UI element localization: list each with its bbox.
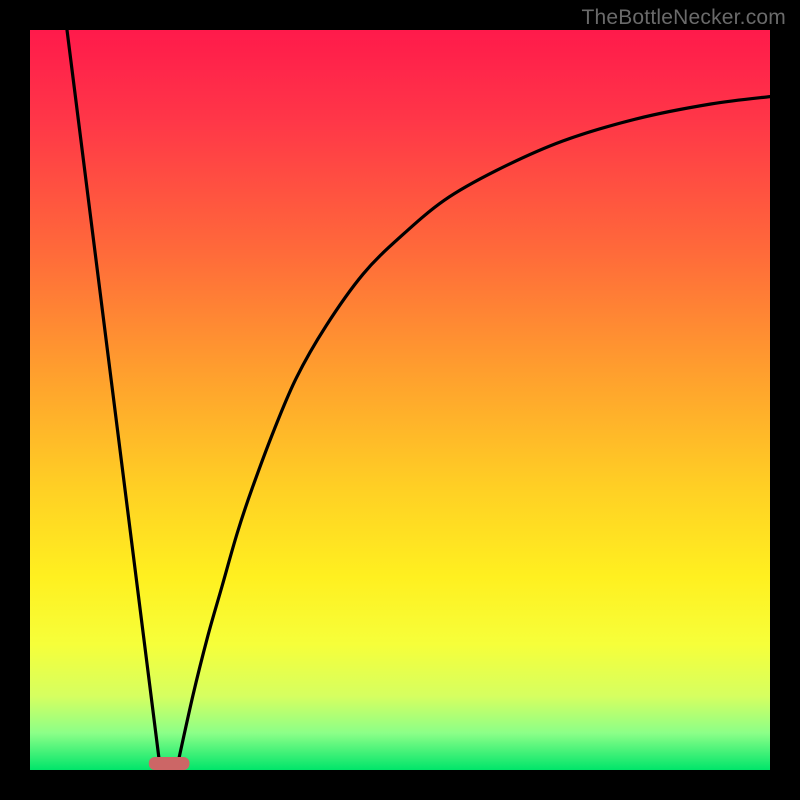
gradient-background — [30, 30, 770, 770]
chart-svg — [30, 30, 770, 770]
plot-area — [30, 30, 770, 770]
bottom-marker — [149, 757, 190, 770]
watermark-text: TheBottleNecker.com — [581, 6, 786, 30]
chart-frame: TheBottleNecker.com — [0, 0, 800, 800]
